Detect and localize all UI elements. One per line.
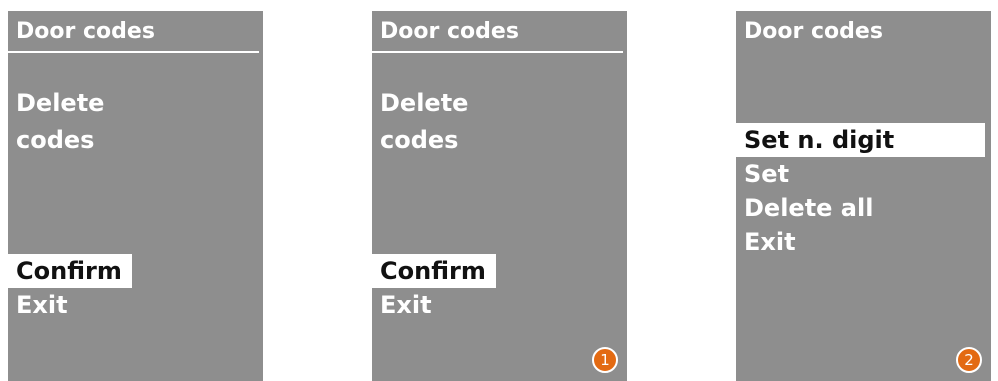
screen-title: Door codes [744, 19, 883, 44]
screen-title: Door codes [380, 19, 519, 44]
screen-title: Door codes [16, 19, 155, 44]
heading-line: codes [16, 126, 95, 154]
menu-list: Confirm Exit [8, 254, 132, 322]
menu-item-confirm[interactable]: Confirm [8, 254, 132, 288]
step-badge: 2 [956, 347, 982, 373]
menu-item-exit[interactable]: Exit [372, 288, 496, 322]
screen-heading: Delete codes [16, 85, 104, 159]
display-screen-1: Door codes Delete codes Confirm Exit [8, 11, 263, 381]
step-badge: 1 [592, 347, 618, 373]
menu-item-set[interactable]: Set [736, 157, 985, 191]
menu-item-delete-all[interactable]: Delete all [736, 191, 985, 225]
menu-item-exit[interactable]: Exit [8, 288, 132, 322]
title-divider [372, 51, 623, 53]
menu-item-confirm[interactable]: Confirm [372, 254, 496, 288]
title-divider [8, 51, 259, 53]
heading-line: Delete [380, 89, 469, 117]
menu-item-exit[interactable]: Exit [736, 225, 985, 259]
display-screen-3: Door codes Set n. digit Set Delete all E… [736, 11, 991, 381]
heading-line: Delete [16, 89, 105, 117]
menu-item-set-n-digit[interactable]: Set n. digit [736, 123, 985, 157]
display-screen-2: Door codes Delete codes Confirm Exit 1 [372, 11, 627, 381]
screen-heading: Delete codes [380, 85, 468, 159]
menu-list: Set n. digit Set Delete all Exit [736, 123, 985, 259]
heading-line: codes [380, 126, 459, 154]
menu-list: Confirm Exit [372, 254, 496, 322]
